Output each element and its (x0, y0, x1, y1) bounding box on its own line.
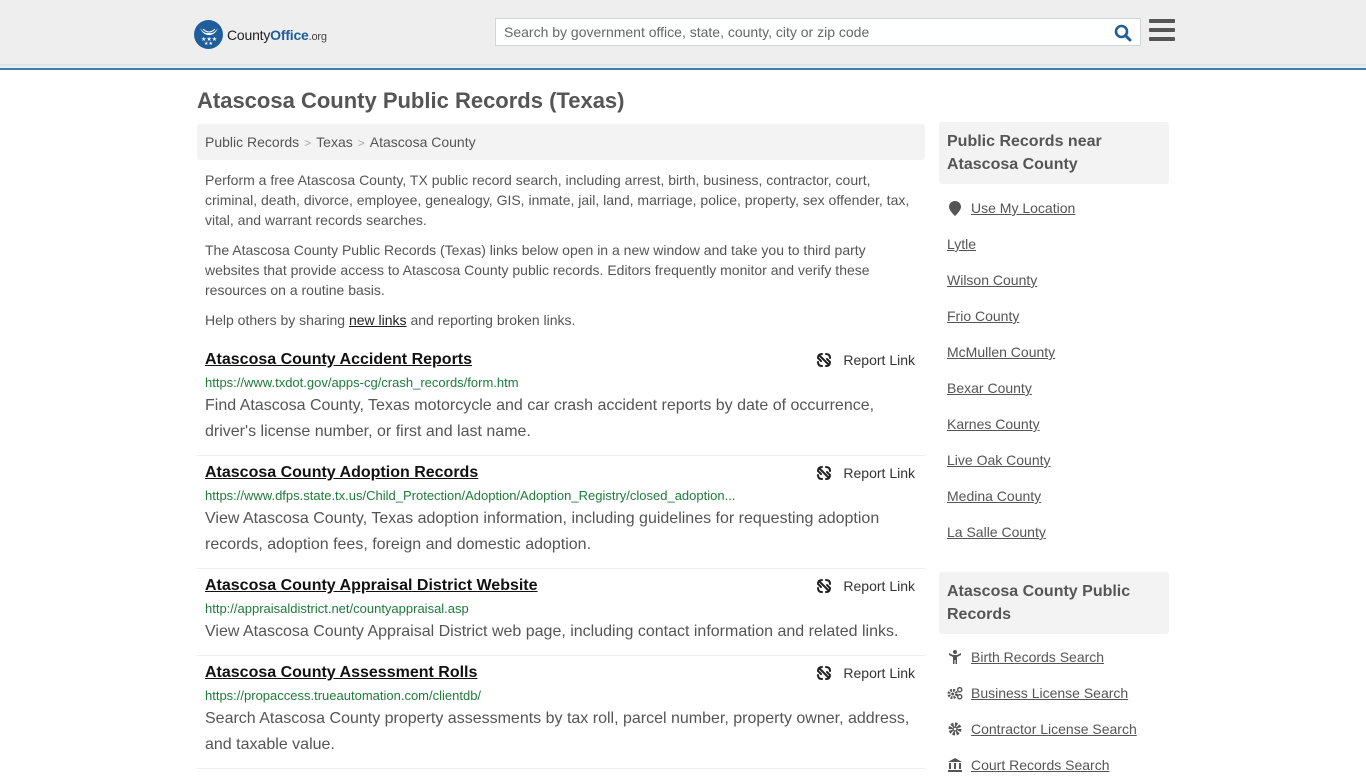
nearby-item: Karnes County (947, 406, 1169, 442)
county-record-item: Contractor License Search (947, 711, 1169, 747)
report-link-button[interactable]: Report Link (816, 465, 915, 481)
search-bar (495, 18, 1141, 46)
nearby-heading: Public Records near Atascosa County (939, 122, 1169, 184)
report-link-button[interactable]: Report Link (816, 665, 915, 681)
breadcrumb-atascosa-county[interactable]: Atascosa County (370, 134, 476, 150)
intro-paragraph-2: The Atascosa County Public Records (Texa… (205, 242, 870, 298)
record-url[interactable]: https://propaccess.trueautomation.com/cl… (205, 686, 917, 706)
county-records-panel: Atascosa County Public Records Birth Rec… (939, 572, 1169, 783)
record-item: Atascosa County Appraisal District Websi… (197, 569, 925, 656)
record-description: View Atascosa County Appraisal District … (205, 623, 899, 640)
breadcrumb-separator: > (304, 136, 312, 150)
nearby-link[interactable]: Wilson County (947, 272, 1037, 288)
broken-link-icon (817, 466, 832, 480)
record-item: Atascosa County Accident Reports Report … (197, 343, 925, 456)
map-marker-icon (947, 200, 963, 216)
intro-text: Perform a free Atascosa County, TX publi… (205, 170, 920, 340)
search-input[interactable] (496, 19, 1096, 45)
report-link-button[interactable]: Report Link (816, 578, 915, 594)
record-item: Atascosa County Adoption Records Report … (197, 456, 925, 569)
eagle-logo-icon: ★★★ ★★ (194, 20, 223, 49)
nearby-item: Frio County (947, 298, 1169, 334)
record-description: View Atascosa County, Texas adoption inf… (205, 510, 880, 553)
county-record-item: Court Records Search (947, 747, 1169, 783)
report-link-button[interactable]: Report Link (816, 352, 915, 368)
use-location-item: Use My Location (947, 190, 1169, 226)
record-url[interactable]: https://www.txdot.gov/apps-cg/crash_reco… (205, 373, 917, 393)
cogs-icon (947, 686, 963, 700)
nearby-link[interactable]: Bexar County (947, 380, 1032, 396)
court-records-search-link[interactable]: Court Records Search (971, 757, 1110, 773)
record-url[interactable]: https://www.dfps.state.tx.us/Child_Prote… (205, 486, 917, 506)
business-license-search-link[interactable]: Business License Search (971, 685, 1128, 701)
nearby-item: McMullen County (947, 334, 1169, 370)
site-logo[interactable]: ★★★ ★★ CountyOffice.org (194, 20, 327, 49)
broken-link-icon (817, 666, 832, 680)
nearby-link[interactable]: Lytle (947, 236, 976, 252)
use-my-location-link[interactable]: Use My Location (971, 200, 1075, 216)
birth-records-search-link[interactable]: Birth Records Search (971, 649, 1104, 665)
breadcrumb-separator: > (357, 136, 365, 150)
search-icon (1114, 24, 1132, 42)
gear-icon (947, 722, 963, 736)
records-list: Atascosa County Accident Reports Report … (197, 343, 925, 769)
contractor-license-search-link[interactable]: Contractor License Search (971, 721, 1137, 737)
breadcrumb-public-records[interactable]: Public Records (205, 134, 299, 150)
nearby-item: Lytle (947, 226, 1169, 262)
record-item: Atascosa County Assessment Rolls Report … (197, 656, 925, 769)
county-records-list: Birth Records Search Business License Se… (939, 639, 1169, 783)
record-title-link[interactable]: Atascosa County Accident Reports (205, 349, 472, 371)
record-title-link[interactable]: Atascosa County Assessment Rolls (205, 662, 477, 684)
record-title-link[interactable]: Atascosa County Appraisal District Websi… (205, 575, 538, 597)
courthouse-icon (947, 758, 963, 772)
broken-link-icon (817, 353, 832, 367)
logo-text: CountyOffice.org (227, 26, 327, 43)
svg-text:★★: ★★ (204, 41, 213, 45)
nearby-list: Use My Location Lytle Wilson County Frio… (939, 190, 1169, 550)
record-description: Search Atascosa County property assessme… (205, 710, 910, 753)
nearby-item: La Salle County (947, 514, 1169, 550)
county-record-item: Business License Search (947, 675, 1169, 711)
nearby-item: Bexar County (947, 370, 1169, 406)
nearby-item: Live Oak County (947, 442, 1169, 478)
nearby-item: Wilson County (947, 262, 1169, 298)
page-title: Atascosa County Public Records (Texas) (197, 88, 625, 113)
record-description: Find Atascosa County, Texas motorcycle a… (205, 397, 875, 440)
search-button[interactable] (1112, 22, 1134, 44)
hamburger-menu-icon[interactable] (1149, 19, 1175, 43)
nearby-records-panel: Public Records near Atascosa County Use … (939, 122, 1169, 550)
county-record-item: Birth Records Search (947, 639, 1169, 675)
record-url[interactable]: http://appraisaldistrict.net/countyappra… (205, 599, 917, 619)
new-links-link[interactable]: new links (349, 312, 407, 328)
nearby-link[interactable]: La Salle County (947, 524, 1046, 540)
nearby-link[interactable]: Karnes County (947, 416, 1040, 432)
broken-link-icon (817, 579, 832, 593)
intro-paragraph-1: Perform a free Atascosa County, TX publi… (205, 172, 910, 228)
nearby-link[interactable]: Live Oak County (947, 452, 1051, 468)
county-records-heading: Atascosa County Public Records (939, 572, 1169, 634)
nearby-link[interactable]: McMullen County (947, 344, 1055, 360)
breadcrumb-texas[interactable]: Texas (316, 134, 353, 150)
child-icon (947, 650, 963, 664)
breadcrumb: Public Records > Texas > Atascosa County (197, 124, 925, 160)
intro-paragraph-3: Help others by sharing new links and rep… (205, 312, 576, 328)
record-title-link[interactable]: Atascosa County Adoption Records (205, 462, 478, 484)
nearby-link[interactable]: Medina County (947, 488, 1041, 504)
nearby-item: Medina County (947, 478, 1169, 514)
site-header: ★★★ ★★ CountyOffice.org (0, 0, 1366, 70)
nearby-link[interactable]: Frio County (947, 308, 1019, 324)
